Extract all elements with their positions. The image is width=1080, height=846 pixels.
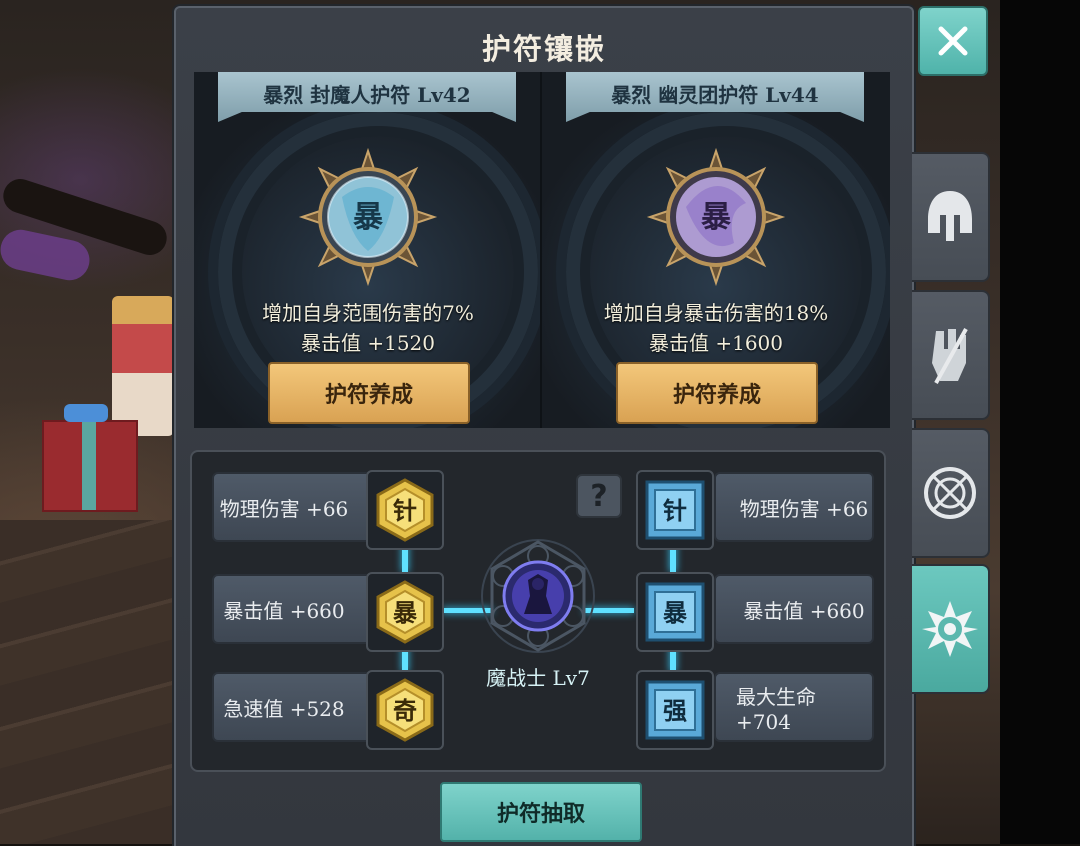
right-stat-2: 暴击值 +660	[714, 574, 874, 644]
side-tab-gloves[interactable]	[912, 290, 990, 420]
amulet-upgrade-button[interactable]: 护符养成	[616, 362, 818, 424]
blue-rune-icon: 暴	[645, 582, 705, 642]
right-rune-socket-1[interactable]: 针	[636, 470, 714, 550]
helmet-icon	[928, 191, 972, 241]
left-stat-1: 物理伤害 +66	[212, 472, 372, 542]
gold-rune-icon: 针	[376, 478, 434, 542]
help-button[interactable]: ?	[576, 474, 622, 518]
amulet-stat: 暴击值 +1600	[648, 331, 783, 355]
blue-rune-icon: 针	[645, 480, 705, 540]
scene-gift-bow	[64, 404, 108, 422]
amulet-description: 增加自身暴击伤害的18% 暴击值 +1600	[542, 298, 890, 358]
hero-class-label: 魔战士 Lv7	[486, 666, 590, 690]
amulet-gem-icon[interactable]: 暴	[298, 147, 438, 287]
amulet-upgrade-button[interactable]: 护符养成	[268, 362, 470, 424]
amulet-effect: 增加自身暴击伤害的18%	[603, 301, 829, 325]
left-rune-socket-1[interactable]: 针	[366, 470, 444, 550]
right-stat-1: 物理伤害 +66	[714, 472, 874, 542]
gold-rune-icon: 暴	[376, 580, 434, 644]
side-tab-amulet[interactable]	[912, 564, 990, 694]
rune-glyph: 针	[663, 496, 687, 525]
right-margin	[1000, 0, 1080, 844]
amulet-description: 增加自身范围伤害的7% 暴击值 +1520	[194, 298, 542, 358]
scene-floor	[0, 520, 178, 844]
side-tab-target[interactable]	[912, 428, 990, 558]
target-icon	[924, 467, 976, 519]
amulet-icon	[922, 601, 978, 657]
rune-glyph: 强	[663, 696, 687, 725]
left-rune-socket-3[interactable]: 奇	[366, 670, 444, 750]
right-stat-3: 最大生命 +704	[714, 672, 874, 742]
scene-gift-box	[42, 420, 138, 512]
side-tab-helmet[interactable]	[912, 152, 990, 282]
left-stat-3: 急速值 +528	[212, 672, 372, 742]
amulet-card-1: 暴烈 封魔人护符 Lv42 暴 增加自身范围伤害的7% 暴击值 +1520 护符…	[194, 72, 542, 428]
gloves-icon	[932, 328, 968, 384]
amulet-gem-icon[interactable]: 暴	[646, 147, 786, 287]
gold-rune-icon: 奇	[376, 678, 434, 742]
left-rune-socket-2[interactable]: 暴	[366, 572, 444, 652]
right-rune-socket-2[interactable]: 暴	[636, 572, 714, 652]
hero-emblem-icon[interactable]	[478, 536, 598, 656]
amulet-gem-glyph: 暴	[701, 200, 732, 235]
rune-glyph: 针	[393, 496, 417, 525]
blue-rune-icon: 强	[645, 680, 705, 740]
amulet-stat: 暴击值 +1520	[300, 331, 435, 355]
right-rune-socket-3[interactable]: 强	[636, 670, 714, 750]
rune-glyph: 奇	[393, 696, 417, 725]
amulet-gem-glyph: 暴	[353, 200, 384, 235]
scene-cake-decoration	[112, 296, 174, 436]
amulet-effect: 增加自身范围伤害的7%	[262, 301, 474, 325]
close-button[interactable]	[918, 6, 988, 76]
close-icon	[938, 26, 968, 56]
amulet-card-2: 暴烈 幽灵团护符 Lv44 暴 增加自身暴击伤害的18% 暴击值 +1600 护…	[542, 72, 890, 428]
rune-glyph: 暴	[393, 598, 418, 627]
rune-socket-panel: 物理伤害 +66 暴击值 +660 急速值 +528 针 暴 奇 魔战士 Lv7…	[190, 450, 886, 772]
panel-title: 护符镶嵌	[481, 32, 606, 66]
left-stat-2: 暴击值 +660	[212, 574, 372, 644]
rune-glyph: 暴	[663, 598, 688, 627]
amulet-extract-button[interactable]: 护符抽取	[440, 782, 642, 842]
